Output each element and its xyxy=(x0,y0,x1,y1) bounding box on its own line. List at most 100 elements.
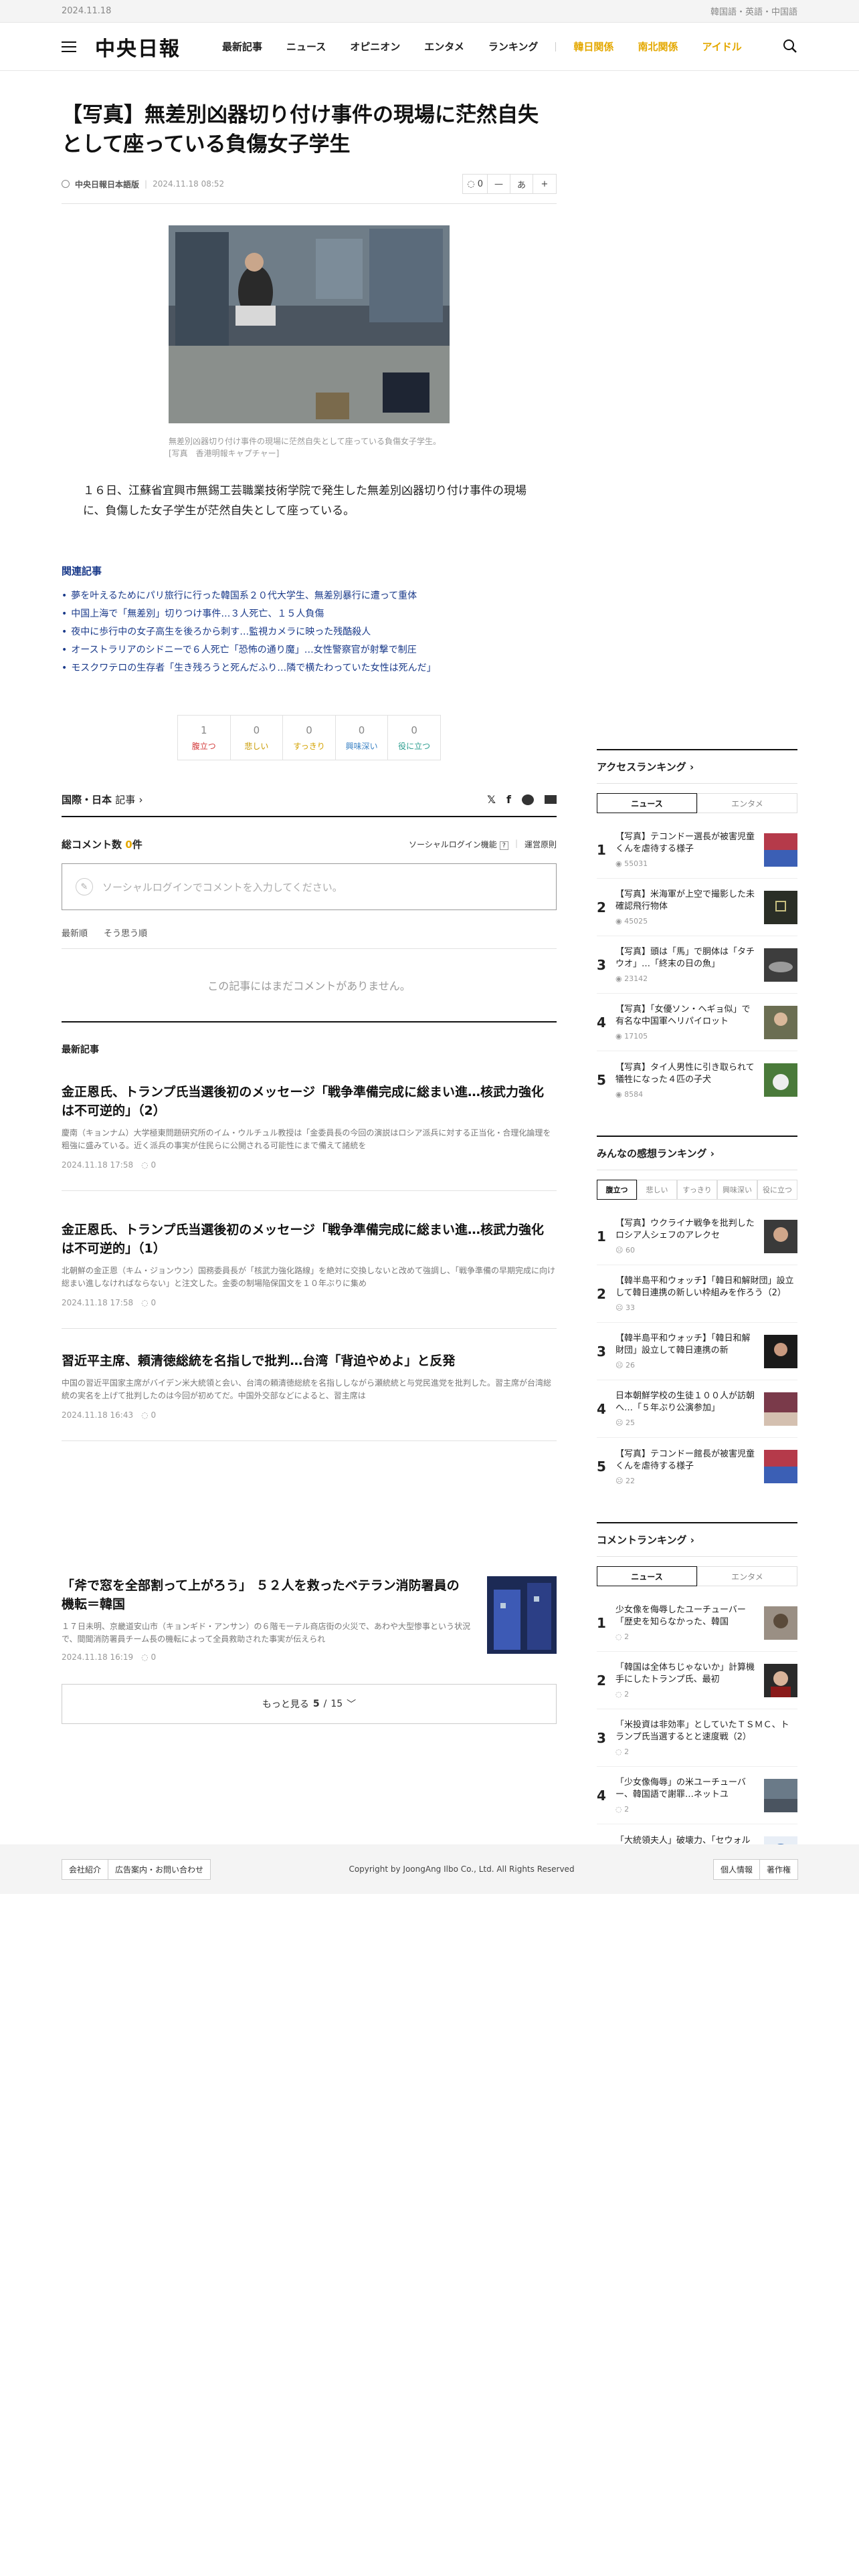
nav-ranking[interactable]: ランキング xyxy=(488,39,539,53)
reaction-icon: ☹ xyxy=(615,1246,624,1255)
comment-input[interactable]: ✎ ソーシャルログインでコメントを入力してください。 xyxy=(62,863,557,910)
footer-copyright[interactable]: 著作権 xyxy=(759,1858,798,1880)
reaction-icon: ☹ xyxy=(615,1418,624,1427)
comment-icon: ◌ xyxy=(467,179,475,189)
related-link[interactable]: モスクワテロの生存者「生き残ろうと死んだふり…隣で横たわっていた女性は死んだ」 xyxy=(62,659,557,677)
ranking-item[interactable]: 4 日本朝鮮学校の生徒１００人が訪朝へ…「５年ぶり公演参加」 ☹ 25 xyxy=(597,1380,797,1438)
latest-title[interactable]: 金正恩氏、トランプ氏当選後初のメッセージ「戦争準備完成に総まい進…核武力強化は不… xyxy=(62,1220,557,1258)
tab-refreshing[interactable]: すっきり xyxy=(677,1180,717,1200)
tab-useful[interactable]: 役に立つ xyxy=(757,1180,797,1200)
latest-title[interactable]: 習近平主席、頼清徳総統を名指しで批判…台湾「背迫やめよ」と反発 xyxy=(62,1352,557,1370)
related-link[interactable]: 夢を叶えるためにパリ旅行に行った韓国系２０代大学生、無差別暴行に遭って重体 xyxy=(62,587,557,605)
footer-ads[interactable]: 広告案内・お問い合わせ xyxy=(108,1858,211,1880)
nav-idol[interactable]: アイドル xyxy=(702,39,741,53)
nav-entertainment[interactable]: エンタメ xyxy=(424,39,464,53)
source-icon xyxy=(62,180,70,188)
site-logo[interactable]: 中央日報 xyxy=(95,32,181,62)
related-link[interactable]: 夜中に歩行中の女子高生を後ろから刺す…監視カメラに映った残酷殺人 xyxy=(62,623,557,641)
comment-header: 総コメント数 0件 ソーシャルログイン機能 ? | 運営原則 xyxy=(62,839,557,851)
feature-title[interactable]: 「斧で窓を全部割って上がろう」 ５２人を救ったベテラン消防署員の機転＝韓国 xyxy=(62,1576,471,1614)
ranking-item[interactable]: 5 【写真】テコンドー館長が被害児童くんを虐待する様子 ☹ 22 xyxy=(597,1438,797,1495)
tab-entertainment[interactable]: エンタメ xyxy=(697,1566,797,1586)
ranking-title[interactable]: アクセスランキング xyxy=(597,761,686,773)
reaction-sad[interactable]: 0 悲しい xyxy=(231,716,284,760)
font-size-button[interactable]: あ xyxy=(510,175,533,193)
sort-agree[interactable]: そう思う順 xyxy=(104,926,147,939)
language-switch[interactable]: 韓国語・英語・中国語 xyxy=(710,5,797,17)
mail-share-icon[interactable] xyxy=(545,795,557,804)
ranking-item[interactable]: 2 【韓半島平和ウォッチ】「韓日和解財団」設立して韓日連携の新しい枠組みを作ろう（… xyxy=(597,1265,797,1323)
ranking-item[interactable]: 3 【写真】頭は「馬」で胴体は「タチウオ」…「終末の日の魚」 ◉ 23142 xyxy=(597,936,797,994)
top-strip: 2024.11.18 韓国語・英語・中国語 xyxy=(0,0,859,23)
help-icon: ? xyxy=(499,841,508,850)
feature-thumbnail[interactable] xyxy=(487,1576,557,1654)
section-link[interactable]: 国際・日本 記事 › xyxy=(62,792,143,807)
latest-title[interactable]: 金正恩氏、トランプ氏当選後初のメッセージ「戦争準備完成に総まい進…核武力強化は不… xyxy=(62,1083,557,1120)
latest-article-feature[interactable]: 「斧で窓を全部割って上がろう」 ５２人を救ったベテラン消防署員の機転＝韓国 １７… xyxy=(62,1555,557,1680)
nav-news[interactable]: ニュース xyxy=(286,39,326,53)
section-bar: 国際・日本 記事 › 𝕏 f xyxy=(62,792,557,817)
ranking-title[interactable]: みんなの感想ランキング xyxy=(597,1148,707,1160)
article-source[interactable]: 中央日報日本語版 xyxy=(75,179,139,190)
footer-company[interactable]: 会社紹介 xyxy=(62,1858,109,1880)
latest-comment-count: 0 xyxy=(151,1298,157,1307)
ranking-title[interactable]: コメントランキング xyxy=(597,1534,687,1546)
policy-link[interactable]: 運営原則 xyxy=(524,839,557,850)
nav-korea-japan[interactable]: 韓日関係 xyxy=(573,39,613,53)
line-share-icon[interactable] xyxy=(522,794,534,805)
nav-north-south[interactable]: 南北関係 xyxy=(638,39,678,53)
main-column: 【写真】無差別凶器切り付け事件の現場に茫然自失として座っている負傷女子学生 中央… xyxy=(62,71,557,1724)
article-date: 2024.11.18 08:52 xyxy=(153,179,225,189)
x-share-icon[interactable]: 𝕏 xyxy=(487,793,496,806)
facebook-share-icon[interactable]: f xyxy=(506,793,511,806)
ranking-thumbnail xyxy=(764,1005,797,1039)
latest-article[interactable]: 習近平主席、頼清徳総統を名指しで批判…台湾「背迫やめよ」と反発 中国の習近平国家… xyxy=(62,1329,557,1441)
feeling-tabs: 腹立つ 悲しい すっきり 興味深い 役に立つ xyxy=(597,1180,797,1200)
related-articles: 関連記事 夢を叶えるためにパリ旅行に行った韓国系２０代大学生、無差別暴行に遭って… xyxy=(62,564,557,677)
ranking-thumbnail xyxy=(764,1392,797,1426)
reaction-useful[interactable]: 0 役に立つ xyxy=(388,716,440,760)
tab-entertainment[interactable]: エンタメ xyxy=(697,793,797,813)
ranking-item[interactable]: 4 【写真】「女優ソン・ヘギョ似」で有名な中国軍ヘリパイロット ◉ 17105 xyxy=(597,994,797,1051)
ranking-item[interactable]: 1 【写真】テコンドー選長が被害児童くんを虐待する様子 ◉ 55031 xyxy=(597,821,797,879)
ranking-item[interactable]: 3 【韓半島平和ウォッチ】「韓日和解財団」設立して韓日連携の新 ☹ 26 xyxy=(597,1323,797,1380)
footer-privacy[interactable]: 個人情報 xyxy=(712,1858,760,1880)
related-link[interactable]: オーストラリアのシドニーで６人死亡「恐怖の通り魔」…女性警察官が射撃で制圧 xyxy=(62,641,557,659)
more-button[interactable]: もっと見る 5/15 ﹀ xyxy=(62,1684,557,1724)
reaction-refreshing[interactable]: 0 すっきり xyxy=(283,716,336,760)
sort-latest[interactable]: 最新順 xyxy=(62,926,88,939)
latest-label: 最新記事 xyxy=(62,1045,99,1055)
font-decrease-button[interactable]: — xyxy=(488,175,510,193)
menu-icon[interactable] xyxy=(62,41,76,52)
nav-latest[interactable]: 最新記事 xyxy=(222,39,262,53)
ranking-item[interactable]: 1 【写真】ウクライナ戦争を批判したロシア人シェフのアレクセ ☹ 60 xyxy=(597,1208,797,1265)
font-increase-button[interactable]: + xyxy=(533,175,556,193)
comment-count-button[interactable]: ◌ 0 xyxy=(463,175,488,193)
search-icon[interactable] xyxy=(783,39,797,53)
ranking-thumbnail xyxy=(764,1063,797,1097)
ranking-item[interactable]: 4 「少女像侮辱」の米ユーチューバー、韓国語で謝罪…ネットユ ◌ 2 xyxy=(597,1767,797,1824)
tab-sad[interactable]: 悲しい xyxy=(637,1180,677,1200)
related-link[interactable]: 中国上海で「無差別」切りつけ事件…３人死亡、１５人負傷 xyxy=(62,605,557,623)
tab-news[interactable]: ニュース xyxy=(597,1566,697,1586)
ranking-item[interactable]: 1 少女像を侮辱したユーチューバー「歴史を知らなかった、韓国 ◌ 2 xyxy=(597,1594,797,1652)
ranking-item[interactable]: 2 「韓国は全体ちじゃないか」計算機手にしたトランプ氏、最初 ◌ 2 xyxy=(597,1652,797,1709)
latest-article[interactable]: 金正恩氏、トランプ氏当選後初のメッセージ「戦争準備完成に総まい進…核武力強化は不… xyxy=(62,1191,557,1329)
comment-ranking-tabs: ニュース エンタメ xyxy=(597,1566,797,1586)
tab-news[interactable]: ニュース xyxy=(597,793,697,813)
reaction-angry[interactable]: 1 腹立つ xyxy=(178,716,231,760)
comment-icon: ◌ xyxy=(615,1805,622,1814)
eye-icon: ◉ xyxy=(615,974,622,983)
latest-date: 2024.11.18 17:58 xyxy=(62,1160,134,1170)
tab-interesting[interactable]: 興味深い xyxy=(717,1180,757,1200)
tab-angry[interactable]: 腹立つ xyxy=(597,1180,637,1200)
ranking-item[interactable]: 5 【写真】タイ人男性に引き取られて犠牲になった４匹の子犬 ◉ 8584 xyxy=(597,1051,797,1109)
ranking-item[interactable]: 2 【写真】米海軍が上空で撮影した未確認飛行物体 ◉ 45025 xyxy=(597,879,797,936)
nav-opinion[interactable]: オピニオン xyxy=(350,39,400,53)
latest-summary: 慶南（キョンナム）大学極東問題研究所のイム・ウルチュル教授は「金委員長の今回の演… xyxy=(62,1128,551,1150)
latest-article[interactable]: 金正恩氏、トランプ氏当選後初のメッセージ「戦争準備完成に総まい進…核武力強化は不… xyxy=(62,1056,557,1191)
ranking-item[interactable]: 3 「米投資は非効率」としていたＴＳＭＣ、トランプ氏当選するとと速度戦（2） ◌ 2 xyxy=(597,1709,797,1767)
comment-icon: ◌ xyxy=(141,1410,149,1420)
social-login-link[interactable]: ソーシャルログイン機能 ? xyxy=(409,839,508,850)
reaction-interesting[interactable]: 0 興味深い xyxy=(336,716,389,760)
